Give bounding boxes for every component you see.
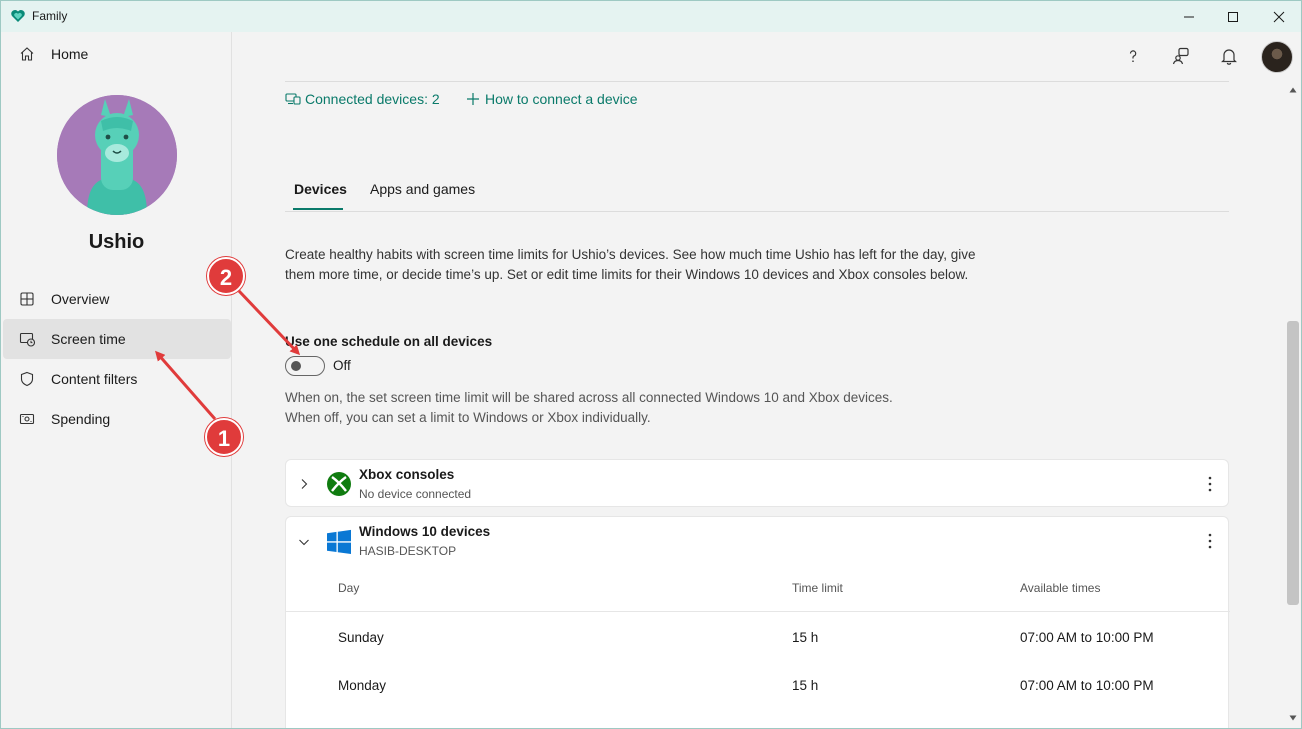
chevron-right-icon[interactable] [298,478,310,490]
day-cell: Monday [338,678,387,693]
annotation-badge-2: 2 [207,257,245,295]
divider [285,81,1229,82]
title-bar: Family [1,1,1301,32]
home-icon [20,47,34,61]
column-header-time-limit: Time limit [792,581,843,595]
help-icon[interactable] [1123,46,1143,66]
user-avatar[interactable] [57,95,177,215]
connected-devices-link[interactable]: Connected devices: 2 [285,91,440,107]
window-title: Family [32,9,68,23]
xbox-card-subtitle: No device connected [359,487,472,501]
xbox-consoles-card[interactable]: Xbox consoles No device connected [285,459,1229,507]
screen-time-icon [19,332,35,347]
toggle-knob [291,361,301,371]
column-header-available-times: Available times [1020,581,1101,595]
xbox-icon [327,472,351,496]
sidebar-item-home[interactable]: Home [3,34,231,74]
family-connect-icon[interactable] [1171,46,1191,66]
sidebar-item-label: Home [51,46,89,62]
sidebar: Home Ushio Overview Screen time Content … [1,32,232,728]
scroll-up-icon[interactable] [1288,86,1298,94]
app-window: Family Home Ushio Overview Screen time C… [0,0,1302,729]
user-name: Ushio [88,231,145,253]
devices-icon [285,93,301,105]
windows-card-title: Windows 10 devices [359,524,491,539]
shield-icon [20,371,34,387]
how-to-connect-label: How to connect a device [485,91,638,107]
sidebar-item-label: Content filters [51,371,138,387]
minimize-button[interactable] [1166,1,1212,32]
schedule-note-line: When on, the set screen time limit will … [285,390,893,405]
more-options-icon[interactable] [1208,532,1212,550]
sidebar-item-screen-time[interactable]: Screen time [3,319,231,359]
xbox-card-title: Xbox consoles [359,467,455,482]
sidebar-item-label: Screen time [51,331,126,347]
schedule-note-line: When off, you can set a limit to Windows… [285,410,651,425]
chevron-down-icon[interactable] [298,536,310,548]
schedule-title: Use one schedule on all devices [285,334,493,349]
maximize-button[interactable] [1210,1,1256,32]
how-to-connect-link[interactable]: How to connect a device [465,91,638,107]
close-icon [1273,11,1285,22]
scroll-down-icon[interactable] [1288,714,1298,722]
tab-apps-and-games[interactable]: Apps and games [370,181,475,197]
plus-icon [467,93,479,105]
available-times-cell: 07:00 AM to 10:00 PM [1020,678,1154,693]
time-limit-cell: 15 h [792,678,819,693]
sidebar-item-content-filters[interactable]: Content filters [3,359,231,399]
windows-devices-card[interactable]: Windows 10 devices HASIB-DESKTOP Day Tim… [285,516,1230,728]
maximize-icon [1228,11,1238,22]
sidebar-item-spending[interactable]: Spending [3,399,231,439]
minimize-icon [1184,16,1194,17]
close-button[interactable] [1256,1,1301,32]
windows-logo-icon [327,529,351,554]
table-divider [286,611,1230,612]
bell-icon[interactable] [1219,46,1239,66]
tab-devices[interactable]: Devices [294,181,347,197]
screen-time-description: Create healthy habits with screen time l… [285,247,976,282]
active-tab-indicator [293,208,343,210]
annotation-badge-1: 1 [205,418,243,456]
overview-icon [20,292,34,306]
llama-avatar-icon [57,95,177,215]
more-options-icon[interactable] [1208,475,1212,493]
spending-icon [19,413,35,425]
column-header-day: Day [338,581,360,595]
scrollbar-thumb[interactable] [1287,321,1299,605]
sidebar-item-overview[interactable]: Overview [3,279,231,319]
tabs-divider [285,211,1229,212]
toggle-state-label: Off [333,358,351,373]
time-limit-cell: 15 h [792,630,819,645]
windows-card-subtitle: HASIB-DESKTOP [359,544,457,558]
sidebar-item-label: Spending [51,411,111,427]
connected-devices-label: Connected devices: 2 [305,91,440,107]
family-heart-icon [11,10,25,22]
sidebar-item-label: Overview [51,291,110,307]
one-schedule-toggle[interactable] [285,356,325,376]
schedule-note: When on, the set screen time limit will … [285,388,985,428]
available-times-cell: 07:00 AM to 10:00 PM [1020,630,1154,645]
day-cell: Sunday [338,630,384,645]
profile-avatar[interactable] [1261,41,1293,73]
